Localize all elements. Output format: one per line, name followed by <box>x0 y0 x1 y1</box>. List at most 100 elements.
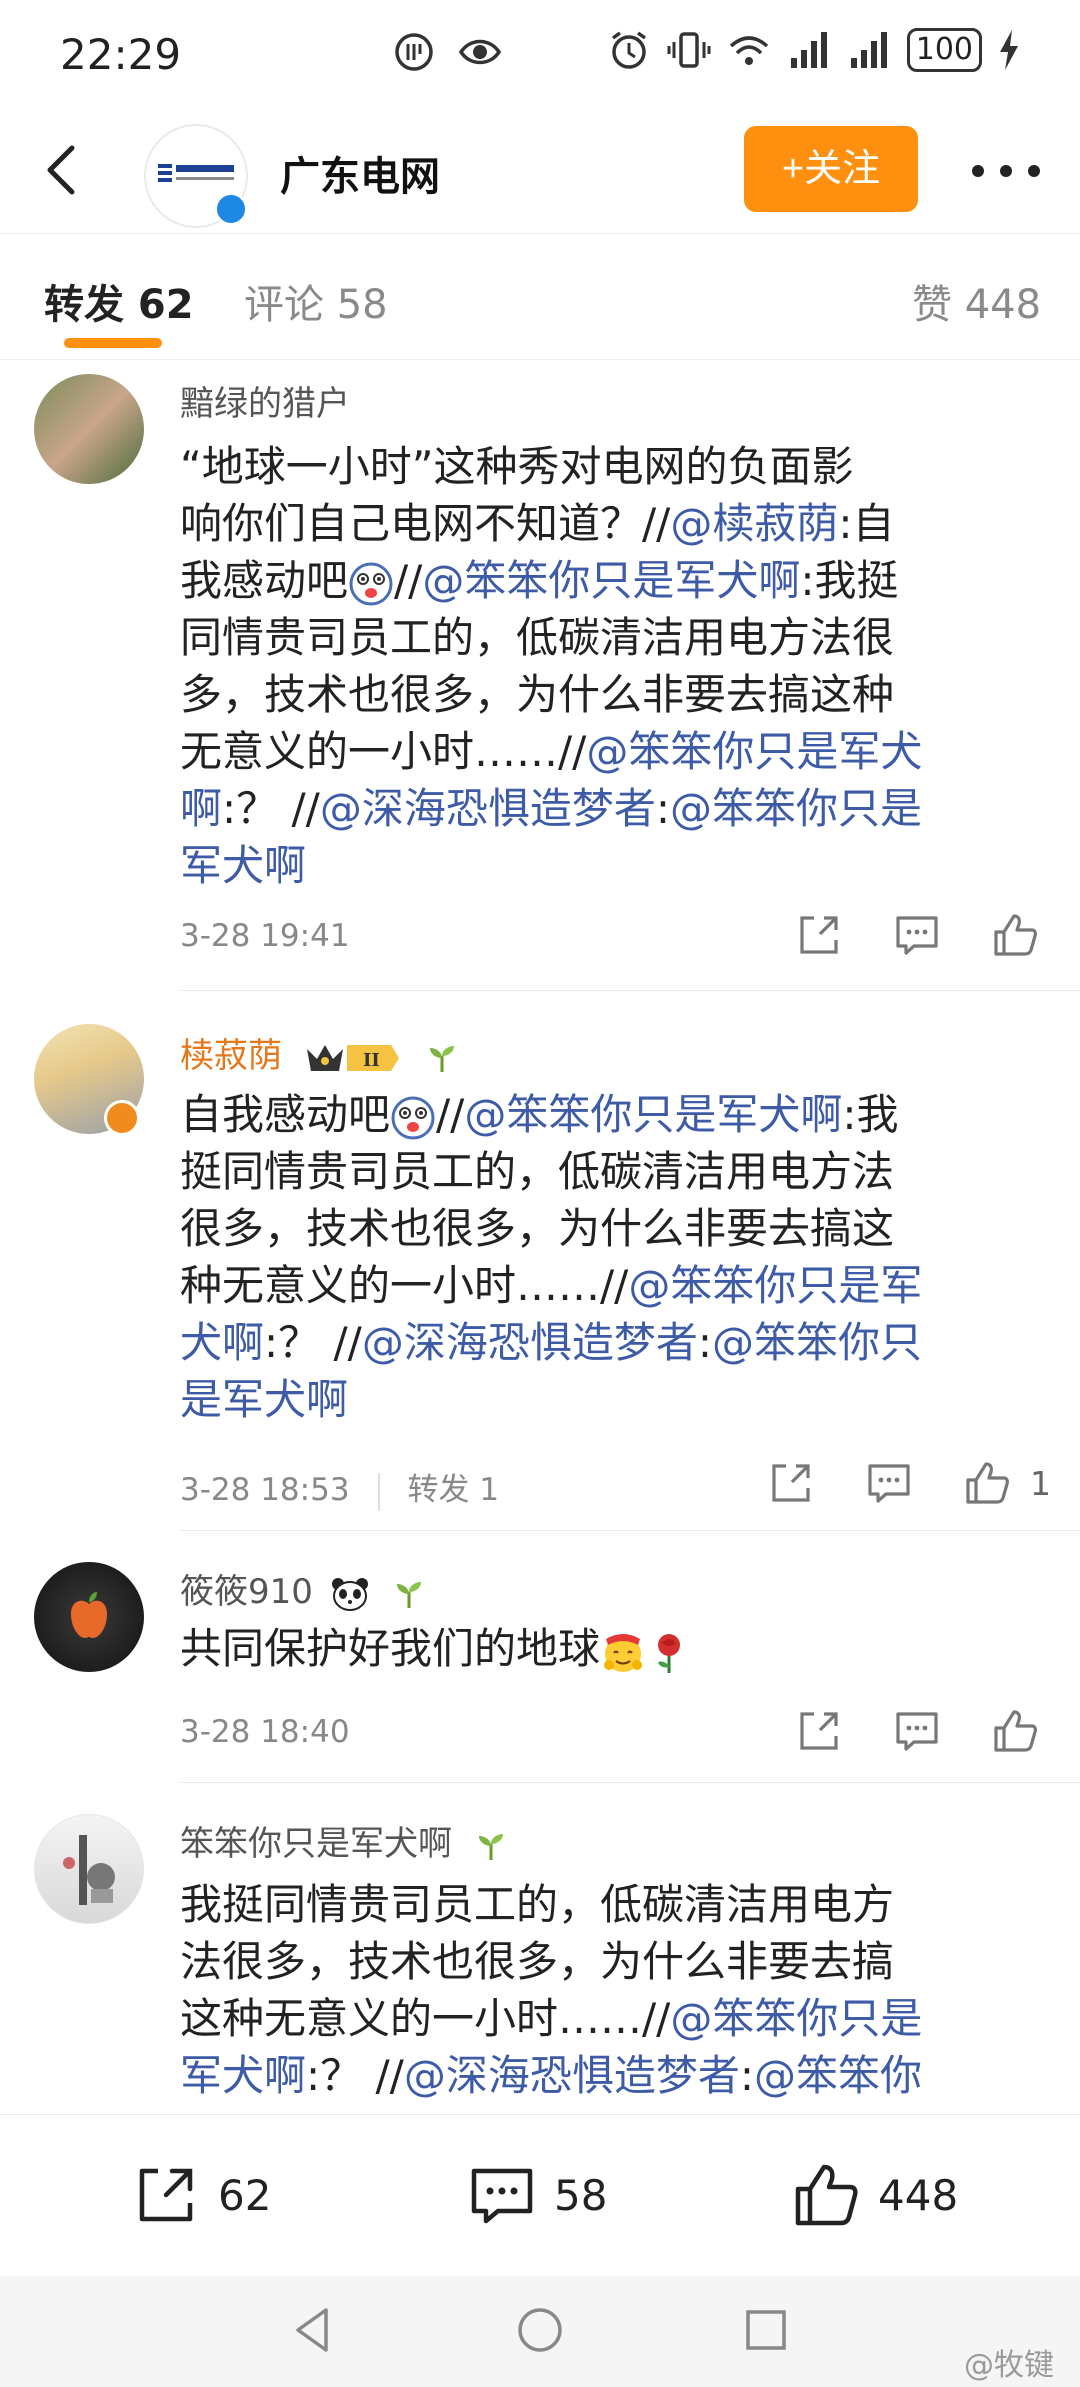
comment-icon <box>471 2168 533 2224</box>
apple-logo-icon <box>71 1592 107 1638</box>
verified-orange-icon <box>104 1100 140 1136</box>
comment-text-segment: 法很多，技术也很多，为什么非要去搞 <box>180 1937 895 1986</box>
mention-link[interactable]: @笨笨你只是 <box>670 784 922 833</box>
mention-link[interactable]: @笨笨你只 <box>712 1318 922 1367</box>
like-icon[interactable] <box>962 1458 1012 1508</box>
tab-likes[interactable]: 赞 448 <box>912 272 1041 330</box>
mention-link[interactable]: 军犬啊 <box>180 2051 306 2100</box>
comment-text-segment: 共同保护好我们的地球 <box>180 1624 601 1673</box>
share-icon[interactable] <box>794 910 844 960</box>
comment-icon[interactable] <box>892 910 942 960</box>
comment-line: 我感动吧 //@笨笨你只是军犬啊:我挺 <box>180 552 1052 609</box>
comment-text-segment: 多，技术也很多，为什么非要去搞这种 <box>180 670 895 719</box>
member-crown-icon: II <box>306 1044 399 1071</box>
mention-link[interactable]: @笨笨你只是军犬啊 <box>422 556 800 605</box>
watermark: @牧键 <box>964 2348 1054 2383</box>
comment-line: 军犬啊 <box>180 837 1052 894</box>
comment-line: 同情贵司员工的，低碳清洁用电方法很 <box>180 609 1052 666</box>
comment-text-segment: 同情贵司员工的，低碳清洁用电方法很 <box>180 613 895 662</box>
nav-home-icon[interactable] <box>512 2302 568 2358</box>
tab-reposts[interactable]: 转发 62 <box>44 272 194 330</box>
mention-link[interactable]: 啊 <box>180 784 222 833</box>
comment-text-segment: 无意义的一小时……// <box>180 727 587 776</box>
username[interactable]: 黯绿的猎户 <box>180 376 350 425</box>
timestamp: 3-28 18:40 <box>180 1714 350 1750</box>
data-saver-icon <box>395 33 433 71</box>
mention-link[interactable]: 犬啊 <box>180 1318 264 1367</box>
comment-text: “地球一小时”这种秀对电网的负面影 响你们自己电网不知道？//@椟菽荫:自 我感动吧… <box>180 438 1052 894</box>
mention-link[interactable]: @笨笨你只是 <box>670 1994 922 2043</box>
comment-text-segment: // <box>436 1090 465 1139</box>
avatar-figure-icon <box>63 1835 115 1905</box>
comment-line: 法很多，技术也很多，为什么非要去搞 <box>180 1933 1052 1990</box>
wifi-icon <box>729 36 768 65</box>
tab-bar: 转发 62 评论 58 赞 448 <box>0 234 1080 360</box>
mention-link[interactable]: @笨笨你只是军 <box>628 1261 922 1310</box>
comment-text-segment: :？ // <box>306 2051 404 2100</box>
comment-button[interactable]: 58 <box>466 2159 607 2231</box>
comment-text-segment: 自我感动吧 <box>180 1090 391 1139</box>
comment-text-segment: 这种无意义的一小时……// <box>180 1994 671 2043</box>
avatar[interactable] <box>34 1562 144 1672</box>
sprout-icon <box>429 1045 454 1072</box>
comment-icon[interactable] <box>864 1458 914 1508</box>
back-arrow-icon[interactable] <box>34 140 94 200</box>
mention-link[interactable]: @深海恐惧造梦者 <box>320 784 656 833</box>
comment-line: 我挺同情贵司员工的，低碳清洁用电方 <box>180 1876 1052 1933</box>
comment-text: 自我感动吧//@笨笨你只是军犬啊:我 挺同情贵司员工的，低碳清洁用电方法 很多，技术… <box>180 1086 1052 1428</box>
comment-line: 自我感动吧 //@笨笨你只是军犬啊:我 <box>180 1086 1052 1143</box>
nav-back-icon[interactable] <box>286 2302 342 2358</box>
avatar[interactable] <box>34 374 144 484</box>
comment-count: 58 <box>554 2170 608 2220</box>
mention-link[interactable]: @深海恐惧造梦者 <box>362 1318 698 1367</box>
username[interactable]: 笨笨你只是军犬啊 <box>180 1824 452 1864</box>
share-icon[interactable] <box>766 1458 816 1508</box>
username[interactable]: 筱筱910 <box>180 1572 313 1612</box>
sprout-icon <box>478 1833 503 1860</box>
nav-recents-icon[interactable] <box>738 2302 794 2358</box>
mention-link[interactable]: 军犬啊 <box>180 841 306 890</box>
battery-indicator: 100 <box>906 28 982 72</box>
repost-button[interactable]: 62 <box>130 2159 271 2231</box>
comment-line: 是军犬啊 <box>180 1371 1052 1428</box>
signal-2-icon <box>850 32 887 68</box>
comment-line: “地球一小时”这种秀对电网的负面影 <box>180 438 1052 495</box>
comment-text-segment: 挺同情贵司员工的，低碳清洁用电方法 <box>180 1147 895 1196</box>
mention-link[interactable]: @深海恐惧造梦者 <box>404 2051 740 2100</box>
username[interactable]: 椟菽荫 <box>180 1036 282 1076</box>
share-icon[interactable] <box>794 1706 844 1756</box>
comment-line: 种无意义的一小时……//@笨笨你只是军 <box>180 1257 1052 1314</box>
mention-link[interactable]: @笨笨你只是军犬 <box>586 727 922 776</box>
comment-text: 共同保护好我们的地球 <box>180 1620 1052 1677</box>
like-button[interactable]: 448 <box>790 2159 958 2231</box>
avatar[interactable] <box>34 1814 144 1924</box>
vibrate-icon <box>667 32 711 68</box>
timestamp: 3-28 19:41 <box>180 918 350 954</box>
svg-text:II: II <box>363 1050 380 1071</box>
comment-icon[interactable] <box>892 1706 942 1756</box>
mention-link[interactable]: @椟菽荫 <box>670 499 838 548</box>
comment-text: 我挺同情贵司员工的，低碳清洁用电方 法很多，技术也很多，为什么非要去搞 这种无意义的… <box>180 1876 1052 2104</box>
comment-line: 响你们自己电网不知道？//@椟菽荫:自 <box>180 495 1052 552</box>
emoji-icon <box>390 1090 436 1139</box>
tab-comments[interactable]: 评论 58 <box>244 272 388 330</box>
repost-count: 62 <box>218 2170 272 2220</box>
follow-button[interactable]: +关注 <box>744 126 918 212</box>
mention-link[interactable]: @笨笨你 <box>754 2051 922 2100</box>
repost-count[interactable]: 转发 1 <box>408 1472 500 1508</box>
like-icon[interactable] <box>990 910 1040 960</box>
mention-link[interactable]: @笨笨你只是军犬啊 <box>464 1090 842 1139</box>
power-grid-logo <box>158 164 234 182</box>
comment-text-segment: :我挺 <box>800 556 899 605</box>
status-bar: 22:29 100 <box>0 0 1080 112</box>
like-icon[interactable] <box>990 1706 1040 1756</box>
sprout-icon <box>396 1581 421 1608</box>
comment-text-segment: 我挺同情贵司员工的，低碳清洁用电方 <box>180 1880 895 1929</box>
comment-line: 挺同情贵司员工的，低碳清洁用电方法 <box>180 1143 1052 1200</box>
like-icon <box>795 2164 858 2226</box>
more-options-icon[interactable] <box>968 156 1044 186</box>
comment-line: 犬啊:？ //@深海恐惧造梦者:@笨笨你只 <box>180 1314 1052 1371</box>
comment-text-segment: :？ // <box>264 1318 362 1367</box>
mention-link[interactable]: 是军犬啊 <box>180 1375 348 1424</box>
comment-line: 多，技术也很多，为什么非要去搞这种 <box>180 666 1052 723</box>
